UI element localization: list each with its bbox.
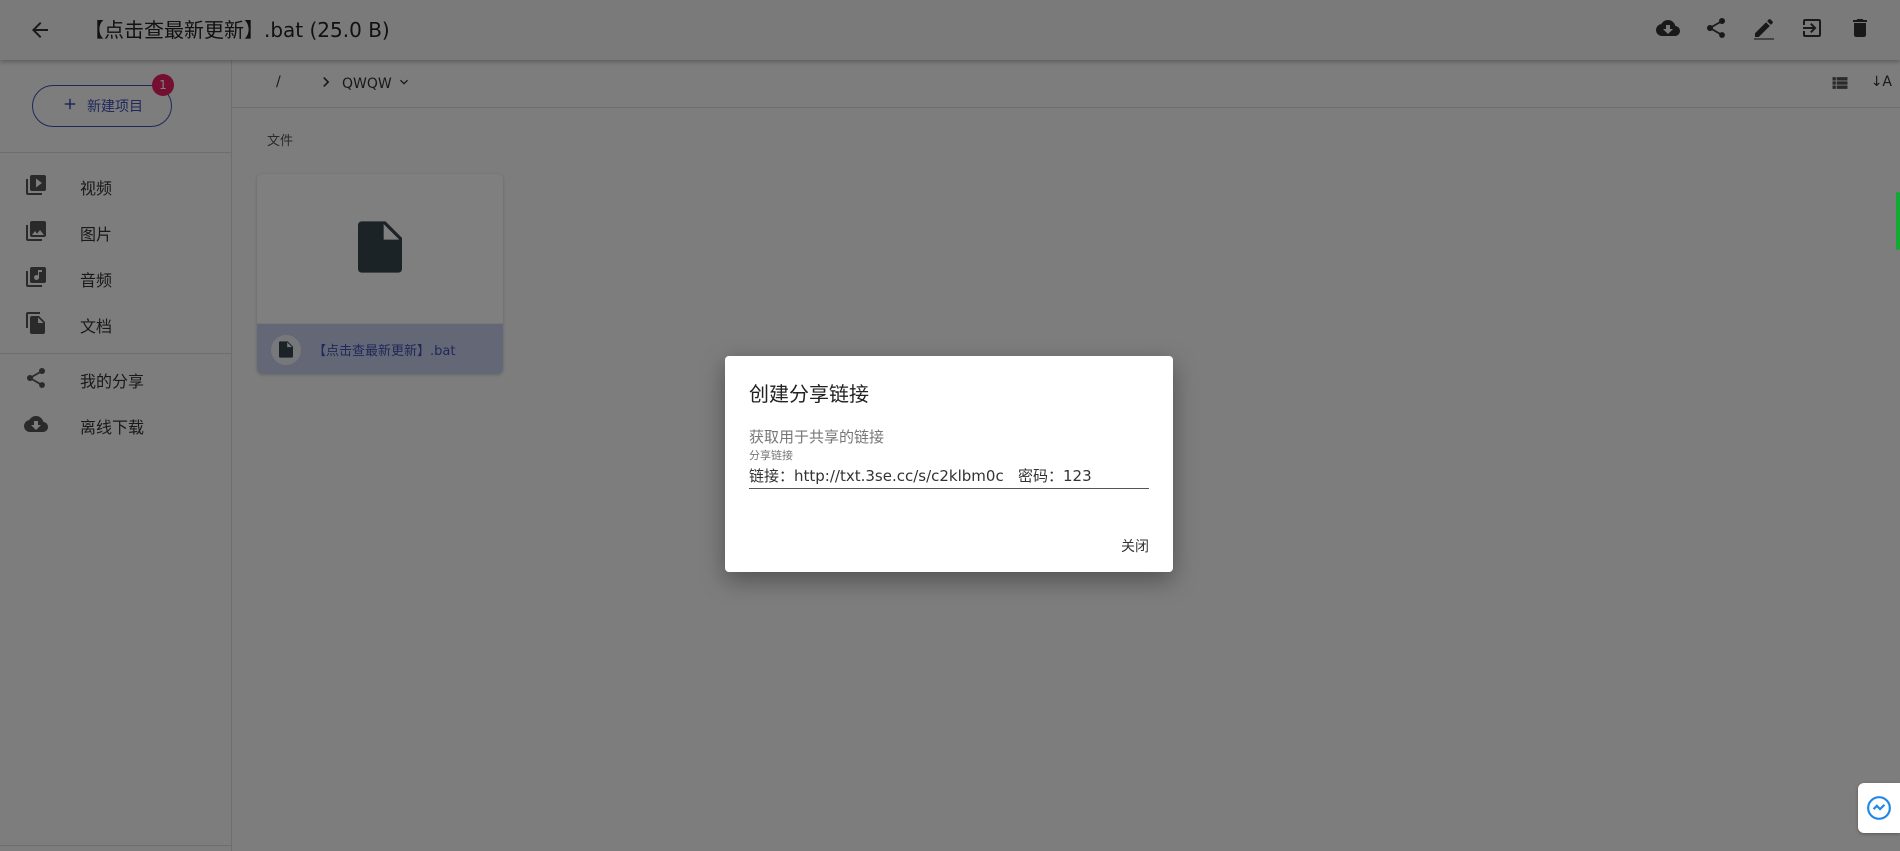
- dialog-title: 创建分享链接: [749, 382, 869, 406]
- translate-widget-icon[interactable]: [1858, 783, 1900, 833]
- share-link-dialog: 创建分享链接 获取用于共享的链接 分享链接 关闭: [725, 356, 1173, 572]
- dialog-description: 获取用于共享的链接: [749, 428, 885, 446]
- share-link-label: 分享链接: [749, 449, 793, 462]
- scroll-indicator: [1896, 192, 1900, 250]
- close-button[interactable]: 关闭: [1121, 536, 1149, 556]
- share-link-field[interactable]: [749, 462, 1149, 489]
